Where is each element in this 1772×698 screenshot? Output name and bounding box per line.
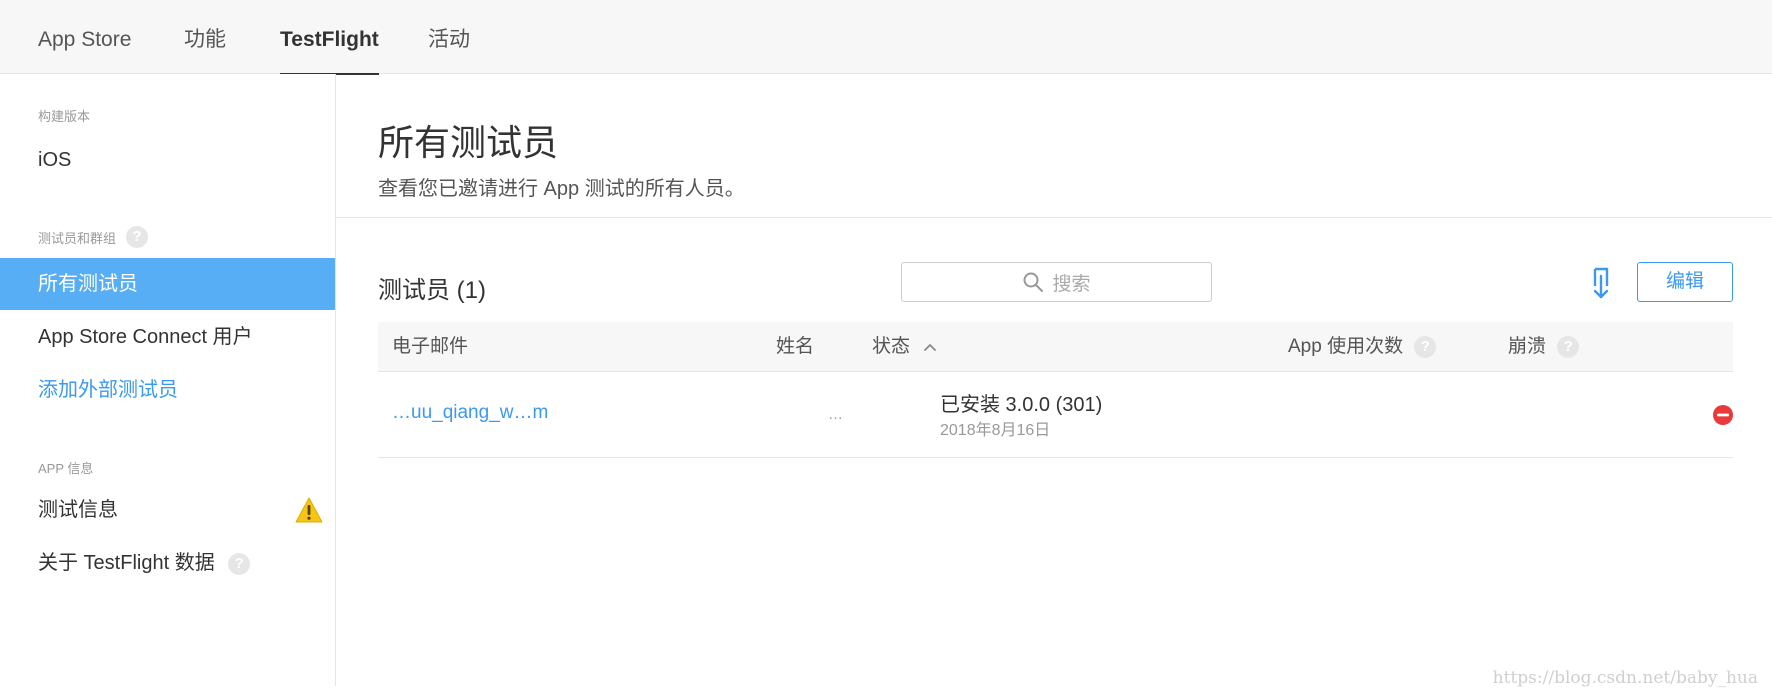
section-title-app-info: APP 信息 [38,458,93,477]
sidebar-item-label: 所有测试员 [38,273,138,295]
section-title-label: 构建版本 [38,109,91,124]
divider [336,217,1772,218]
sidebar-item-add-external-testers[interactable]: 添加外部测试员 [0,364,335,416]
sidebar-item-test-info[interactable]: 测试信息 [0,484,335,536]
column-header-status[interactable]: 状态 [872,322,937,372]
column-header-label: 崩溃 [1508,336,1547,357]
warning-icon [295,497,323,523]
help-icon[interactable]: ? [1414,335,1437,358]
tab-testflight[interactable]: TestFlight [280,0,379,75]
sidebar-item-app-store-connect-users[interactable]: App Store Connect 用户 [0,311,335,363]
search-input[interactable]: 搜索 [901,262,1212,302]
table-row[interactable]: …uu_qiang_w…m … 已安装 3.0.0 (301) 2018年8月1… [378,372,1733,458]
column-header-label: 电子邮件 [392,336,469,357]
column-header-label: 姓名 [776,336,815,357]
sidebar-item-label: App Store Connect 用户 [38,326,253,348]
search-icon [1023,272,1044,292]
tester-email-link[interactable]: …uu_qiang_w…m [392,402,548,424]
help-icon[interactable]: ? [1557,335,1580,358]
section-title-label: 测试员和群组 [38,230,117,246]
section-title-testers: 测试员和群组 ? [38,226,149,248]
search-placeholder: 搜索 [1052,273,1091,295]
remove-icon[interactable] [1712,404,1734,426]
page-subtitle: 查看您已邀请进行 App 测试的所有人员。 [378,178,745,200]
column-header-name[interactable]: 姓名 [776,322,814,372]
testers-list-title: 测试员 (1) [378,277,486,304]
edit-button[interactable]: 编辑 [1637,262,1733,302]
top-navigation: App Store 功能 TestFlight 活动 [0,0,1772,75]
tester-status-date: 2018年8月16日 [940,422,1051,439]
sidebar-item-label: 测试信息 [38,499,118,521]
tester-status: 已安装 3.0.0 (301) [940,394,1103,416]
column-header-label: 状态 [872,336,911,357]
column-header-label: App 使用次数 [1288,336,1404,357]
tab-app-store[interactable]: App Store [38,0,131,74]
sidebar-item-all-testers[interactable]: 所有测试员 [0,258,335,310]
section-title-label: APP 信息 [38,461,94,476]
chevron-up-icon [924,344,937,351]
column-header-crashes[interactable]: 崩溃 ? [1508,322,1580,372]
download-icon[interactable] [1586,266,1616,300]
section-title-builds: 构建版本 [38,106,90,125]
column-header-app-sessions[interactable]: App 使用次数 ? [1288,322,1437,372]
tab-features[interactable]: 功能 [184,0,226,74]
help-icon[interactable]: ? [228,552,251,575]
sidebar-item-label: 关于 TestFlight 数据 [38,552,215,574]
sidebar-item-about-testflight-data[interactable]: 关于 TestFlight 数据 ? [0,537,335,589]
sidebar: 构建版本 iOS 测试员和群组 ? 所有测试员 App Store Connec… [0,74,336,686]
sidebar-item-label: 添加外部测试员 [38,379,178,401]
main-content: 所有测试员 查看您已邀请进行 App 测试的所有人员。 测试员 (1) 搜索 编… [336,74,1772,698]
page-title: 所有测试员 [378,122,559,163]
sidebar-item-ios[interactable]: iOS [0,134,335,186]
sidebar-item-label: iOS [38,149,72,171]
column-header-email[interactable]: 电子邮件 [392,322,468,372]
table-header: 电子邮件 姓名 状态 App 使用次数 ? 崩溃 ? [378,322,1733,372]
tab-activity[interactable]: 活动 [428,0,470,74]
watermark: https://blog.csdn.net/baby_hua [1492,668,1758,688]
help-icon[interactable]: ? [126,226,149,248]
tester-name: … [828,406,843,423]
